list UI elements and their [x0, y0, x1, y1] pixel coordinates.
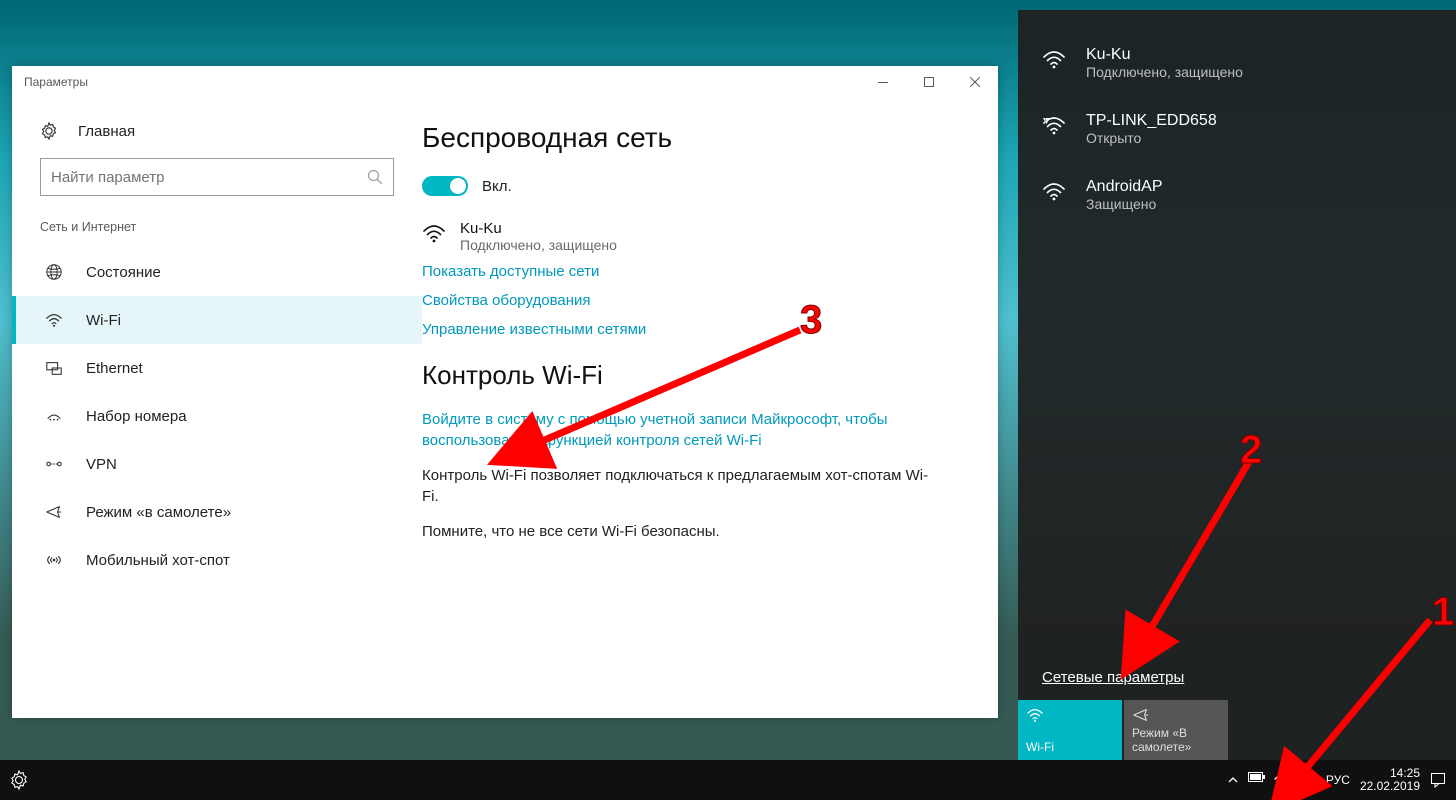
window-title: Параметры: [24, 75, 88, 89]
window-titlebar: Параметры: [12, 66, 998, 98]
sidebar-item-wifi[interactable]: Wi-Fi: [12, 296, 422, 344]
sidebar-item-label: Мобильный хот-спот: [86, 552, 230, 569]
sidebar-item-label: Wi-Fi: [86, 312, 121, 329]
airplane-icon: [44, 502, 64, 522]
network-item[interactable]: AndroidAP Защищено: [1018, 162, 1456, 228]
network-flyout: Ku-Ku Подключено, защищено ! TP-LINK_EDD…: [1018, 10, 1456, 760]
tile-wifi[interactable]: Wi-Fi: [1018, 700, 1122, 760]
wifi-toggle-label: Вкл.: [482, 178, 512, 195]
battery-icon[interactable]: [1248, 772, 1264, 788]
network-item[interactable]: ! TP-LINK_EDD658 Открыто: [1018, 96, 1456, 162]
sidebar-item-label: Набор номера: [86, 408, 187, 425]
link-hardware-properties[interactable]: Свойства оборудования: [422, 292, 958, 309]
sidebar-item-hotspot[interactable]: Мобильный хот-спот: [12, 536, 422, 584]
hotspot-icon: [44, 550, 64, 570]
network-status: Открыто: [1086, 130, 1217, 146]
wifi-icon: [1026, 706, 1044, 724]
maximize-button[interactable]: [906, 66, 952, 98]
network-status: Подключено, защищено: [1086, 64, 1243, 80]
sidebar-item-home[interactable]: Главная: [12, 122, 422, 158]
sidebar-item-airplane[interactable]: Режим «в самолете»: [12, 488, 422, 536]
page-title: Беспроводная сеть: [422, 122, 958, 154]
globe-icon: [44, 262, 64, 282]
network-name: AndroidAP: [1086, 178, 1163, 196]
network-name: Ku-Ku: [1086, 46, 1243, 64]
sidebar-item-vpn[interactable]: VPN: [12, 440, 422, 488]
link-network-settings[interactable]: Сетевые параметры: [1018, 655, 1456, 700]
link-show-available-networks[interactable]: Показать доступные сети: [422, 263, 958, 280]
link-signin-microsoft[interactable]: Войдите в систему с помощью учетной запи…: [422, 411, 888, 449]
sidebar-item-label: Состояние: [86, 264, 161, 281]
sidebar-item-status[interactable]: Состояние: [12, 248, 422, 296]
vpn-icon: [44, 454, 64, 474]
wifi-open-icon: !: [1042, 114, 1066, 138]
network-item[interactable]: Ku-Ku Подключено, защищено: [1018, 30, 1456, 96]
network-name: TP-LINK_EDD658: [1086, 112, 1217, 130]
tray-overflow-button[interactable]: [1228, 775, 1238, 785]
language-indicator[interactable]: РУС: [1326, 773, 1350, 787]
wifi-sense-desc-1: Контроль Wi-Fi позволяет подключаться к …: [422, 465, 942, 507]
link-manage-known-networks[interactable]: Управление известными сетями: [422, 321, 958, 338]
wifi-icon: [422, 222, 446, 246]
minimize-button[interactable]: [860, 66, 906, 98]
taskbar: РУС 14:25 22.02.2019: [0, 760, 1456, 800]
tray-clock[interactable]: 14:25 22.02.2019: [1360, 767, 1420, 793]
settings-sidebar: Главная Сеть и Интернет Состояние Wi: [12, 98, 422, 708]
gear-icon: [40, 122, 58, 140]
quick-action-tiles: Wi-Fi Режим «В самолете»: [1018, 700, 1456, 760]
ethernet-icon: [44, 358, 64, 378]
wifi-icon: [44, 310, 64, 330]
tile-airplane-label: Режим «В самолете»: [1132, 726, 1220, 754]
airplane-icon: [1132, 706, 1150, 724]
sidebar-item-label: Режим «в самолете»: [86, 504, 231, 521]
sidebar-section-label: Сеть и Интернет: [12, 220, 422, 248]
clock-date: 22.02.2019: [1360, 780, 1420, 793]
sidebar-item-dialup[interactable]: Набор номера: [12, 392, 422, 440]
volume-icon[interactable]: [1300, 772, 1316, 788]
settings-window: Параметры Главная: [12, 66, 998, 718]
taskbar-settings-button[interactable]: [6, 767, 32, 793]
system-tray: РУС 14:25 22.02.2019: [1228, 767, 1456, 793]
action-center-icon[interactable]: [1430, 772, 1446, 788]
connected-network[interactable]: Ku-Ku Подключено, защищено: [422, 220, 958, 253]
settings-search[interactable]: [40, 158, 394, 196]
sidebar-item-label: Ethernet: [86, 360, 143, 377]
tile-wifi-label: Wi-Fi: [1026, 740, 1114, 754]
wifi-toggle[interactable]: [422, 176, 468, 196]
search-input[interactable]: [51, 169, 367, 186]
connected-network-status: Подключено, защищено: [460, 237, 617, 253]
sidebar-home-label: Главная: [78, 123, 135, 140]
section-title-wifi-sense: Контроль Wi-Fi: [422, 360, 958, 391]
tile-airplane-mode[interactable]: Режим «В самолете»: [1124, 700, 1228, 760]
wifi-secured-icon: [1042, 180, 1066, 204]
search-icon: [367, 169, 383, 185]
network-tray-icon[interactable]: [1274, 772, 1290, 788]
sidebar-item-ethernet[interactable]: Ethernet: [12, 344, 422, 392]
close-button[interactable]: [952, 66, 998, 98]
sidebar-item-label: VPN: [86, 456, 117, 473]
connected-network-name: Ku-Ku: [460, 220, 617, 237]
settings-content: Беспроводная сеть Вкл. Ku-Ku Подключено,…: [422, 98, 998, 708]
network-status: Защищено: [1086, 196, 1163, 212]
wifi-sense-desc-2: Помните, что не все сети Wi-Fi безопасны…: [422, 521, 942, 542]
wifi-icon: [1042, 48, 1066, 72]
dialup-icon: [44, 406, 64, 426]
